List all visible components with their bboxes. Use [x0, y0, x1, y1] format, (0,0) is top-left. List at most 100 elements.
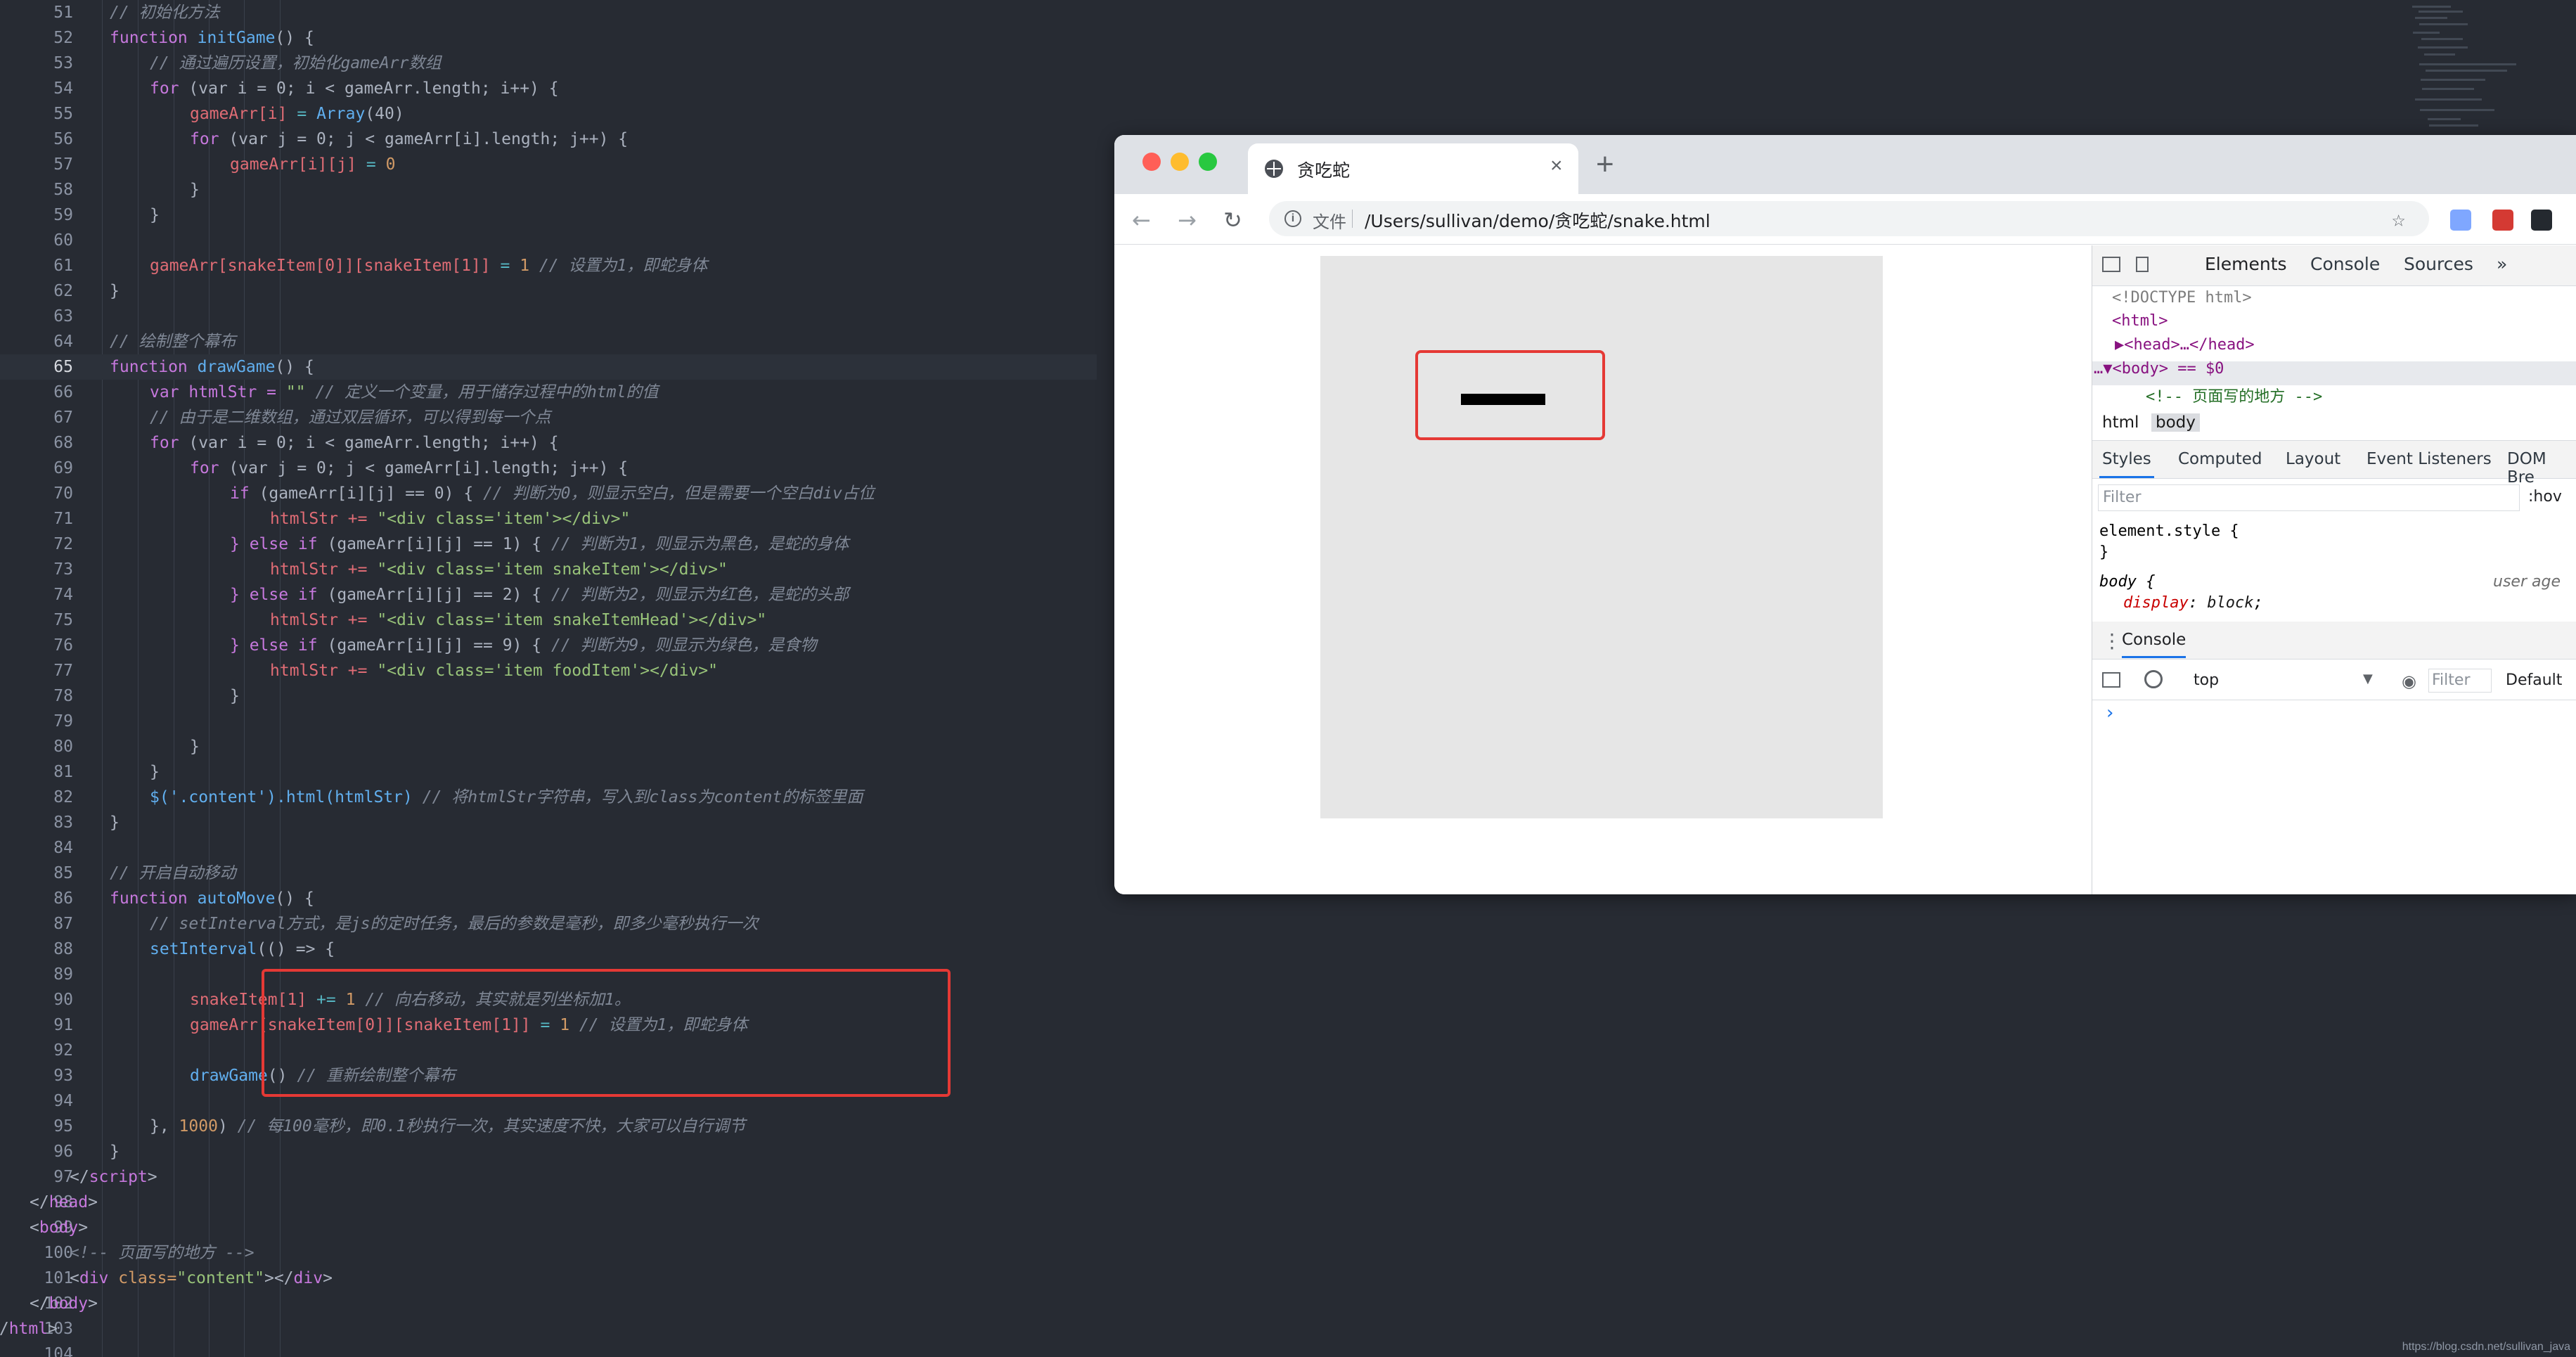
eye-icon[interactable]: ◉ [2402, 671, 2416, 691]
code-line[interactable]: 82 $('.content').html(htmlStr) // 将htmlSt… [0, 785, 1097, 810]
code-line[interactable]: 67 // 由于是二维数组，通过双层循环，可以得到每一个点 [0, 405, 1097, 430]
console-prompt[interactable]: › [2106, 702, 2113, 723]
code-line[interactable]: 58} [0, 177, 1097, 202]
address-bar[interactable]: i 文件 /Users/sullivan/demo/贪吃蛇/snake.html… [1269, 201, 2429, 236]
code-line[interactable]: 61 gameArr[snakeItem[0]][snakeItem[1]] = … [0, 253, 1097, 278]
close-window-icon[interactable] [1142, 153, 1161, 171]
context-select[interactable]: top [2194, 671, 2219, 689]
code-line[interactable]: 72} else if (gameArr[i][j] == 1) { // 判断… [0, 532, 1097, 557]
tab-close-button[interactable]: × [1550, 154, 1563, 178]
tab-computed[interactable]: Computed [2178, 450, 2262, 468]
code-line[interactable]: 51 // 初始化方法 [0, 0, 1097, 25]
doctype-line[interactable]: <!DOCTYPE html> [2112, 289, 2252, 307]
drawer-menu-icon[interactable]: ⋮ [2102, 629, 2122, 652]
code-line[interactable]: 98 </head> [0, 1190, 1097, 1215]
head-line[interactable]: ▶<head>…</head> [2115, 336, 2255, 354]
clear-console-icon[interactable] [2144, 670, 2163, 688]
code-line[interactable]: 68 for (var i = 0; i < gameArr.length; i+… [0, 430, 1097, 456]
address-url[interactable]: /Users/sullivan/demo/贪吃蛇/snake.html [1365, 207, 1711, 233]
info-icon[interactable]: i [1284, 210, 1301, 227]
code-line[interactable]: 84 [0, 835, 1097, 861]
console-filter-input[interactable]: Filter [2428, 669, 2492, 693]
code-line[interactable]: 83} [0, 810, 1097, 835]
more-tabs-icon[interactable]: » [2497, 254, 2507, 274]
maximize-window-icon[interactable] [1199, 153, 1217, 171]
code-line[interactable]: 78} [0, 683, 1097, 709]
code-line[interactable]: 95}, 1000) // 每100毫秒，即0.1秒执行一次，其实速度不快，大家… [0, 1114, 1097, 1139]
log-level-select[interactable]: Default [2506, 671, 2562, 689]
code-line[interactable]: 53 // 通过遍历设置，初始化gameArr数组 [0, 51, 1097, 76]
code-line[interactable]: 102 </body> [0, 1291, 1097, 1316]
sidebar-toggle-icon[interactable] [2102, 672, 2120, 688]
code-line[interactable]: 86 function autoMove() { [0, 886, 1097, 911]
minimize-window-icon[interactable] [1171, 153, 1189, 171]
tab-layout[interactable]: Layout [2286, 450, 2340, 468]
code-line[interactable]: 60 [0, 228, 1097, 253]
red-extension-icon[interactable] [2492, 210, 2513, 231]
inspect-icon[interactable] [2102, 257, 2120, 272]
minimap[interactable] [2408, 0, 2576, 130]
code-line[interactable]: 88 setInterval(() => { [0, 937, 1097, 962]
code-line[interactable]: 62} [0, 278, 1097, 304]
code-line[interactable]: 77 htmlStr += "<div class='item foodItem'… [0, 658, 1097, 683]
code-line[interactable]: 71 htmlStr += "<div class='item'></div>" [0, 506, 1097, 532]
code-line[interactable]: 103</html> [0, 1316, 1097, 1342]
reload-button[interactable]: ↻ [1223, 207, 1242, 233]
breadcrumb-body[interactable]: body [2151, 413, 2200, 432]
styles-filter-input[interactable]: Filter [2098, 484, 2520, 511]
browser-tab[interactable]: 贪吃蛇 × [1248, 143, 1578, 194]
bookmark-star-icon[interactable]: ☆ [2392, 205, 2405, 232]
tab-dom-breakpoints[interactable]: DOM Bre [2507, 450, 2576, 487]
tab-sources[interactable]: Sources [2404, 254, 2473, 274]
translate-extension-icon[interactable] [2450, 210, 2471, 231]
code-line[interactable]: 55 gameArr[i] = Array(40) [0, 101, 1097, 127]
code-line[interactable]: 104 [0, 1342, 1097, 1357]
breadcrumb-html[interactable]: html [2102, 413, 2139, 432]
code-line[interactable]: 59} [0, 202, 1097, 228]
code-line[interactable]: 101 <div class="content"></div> [0, 1266, 1097, 1291]
back-button[interactable]: ← [1132, 207, 1151, 233]
hover-state-toggle[interactable]: :hov [2528, 488, 2562, 506]
breadcrumb: html body [2092, 406, 2576, 441]
tab-styles[interactable]: Styles [2099, 450, 2154, 478]
tab-event-listeners[interactable]: Event Listeners [2366, 450, 2492, 468]
code-line[interactable]: 70 if (gameArr[i][j] == 0) { // 判断为0，则显示空… [0, 481, 1097, 506]
new-tab-button[interactable]: + [1596, 149, 1614, 180]
code-line[interactable]: 96} [0, 1139, 1097, 1164]
display-property[interactable]: display [2123, 594, 2189, 612]
context-select-arrow[interactable]: ▼ [2363, 671, 2373, 686]
code-line[interactable]: 65 function drawGame() { [0, 354, 1097, 380]
drawer-tab-console[interactable]: Console [2122, 631, 2187, 658]
tab-console[interactable]: Console [2310, 254, 2380, 274]
code-line[interactable]: 79 [0, 709, 1097, 734]
code-line[interactable]: 57 gameArr[i][j] = 0 [0, 152, 1097, 177]
code-line[interactable]: 73 htmlStr += "<div class='item snakeItem… [0, 557, 1097, 582]
device-toggle-icon[interactable] [2136, 257, 2149, 272]
code-line[interactable]: 87 // setInterval方式，是js的定时任务，最后的参数是毫秒，即多少… [0, 911, 1097, 937]
code-line[interactable]: 56 for (var j = 0; j < gameArr[i].length;… [0, 127, 1097, 152]
comment-line[interactable]: <!-- 页面写的地方 --> [2146, 384, 2322, 406]
forward-button[interactable]: → [1178, 207, 1197, 233]
dark-extension-icon[interactable] [2531, 210, 2552, 231]
code-line[interactable]: 74} else if (gameArr[i][j] == 2) { // 判断… [0, 582, 1097, 607]
code-line[interactable]: 52 function initGame() { [0, 25, 1097, 51]
code-line[interactable]: 75 htmlStr += "<div class='item snakeItem… [0, 607, 1097, 633]
code-line[interactable]: 64 // 绘制整个幕布 [0, 329, 1097, 354]
code-line[interactable]: 69 for (var j = 0; j < gameArr[i].length;… [0, 456, 1097, 481]
display-value[interactable]: block [2207, 594, 2253, 612]
code-line[interactable]: 85 // 开启自动移动 [0, 861, 1097, 886]
body-line[interactable]: …▼<body> == $0 [2094, 360, 2224, 378]
body-style-rule[interactable]: body { [2099, 573, 2155, 591]
code-line[interactable]: 99 <body> [0, 1215, 1097, 1240]
tab-elements[interactable]: Elements [2201, 254, 2291, 288]
code-line[interactable]: 80} [0, 734, 1097, 759]
html-line[interactable]: <html> [2112, 312, 2168, 330]
code-line[interactable]: 81} [0, 759, 1097, 785]
code-line[interactable]: 76} else if (gameArr[i][j] == 9) { // 判断… [0, 633, 1097, 658]
element-style-rule[interactable]: element.style { [2099, 522, 2239, 540]
code-line[interactable]: 66 var htmlStr = "" // 定义一个变量，用于储存过程中的htm… [0, 380, 1097, 405]
code-line[interactable]: 97 </script> [0, 1164, 1097, 1190]
code-line[interactable]: 100 <!-- 页面写的地方 --> [0, 1240, 1097, 1266]
code-line[interactable]: 54 for (var i = 0; i < gameArr.length; i+… [0, 76, 1097, 101]
code-line[interactable]: 63 [0, 304, 1097, 329]
